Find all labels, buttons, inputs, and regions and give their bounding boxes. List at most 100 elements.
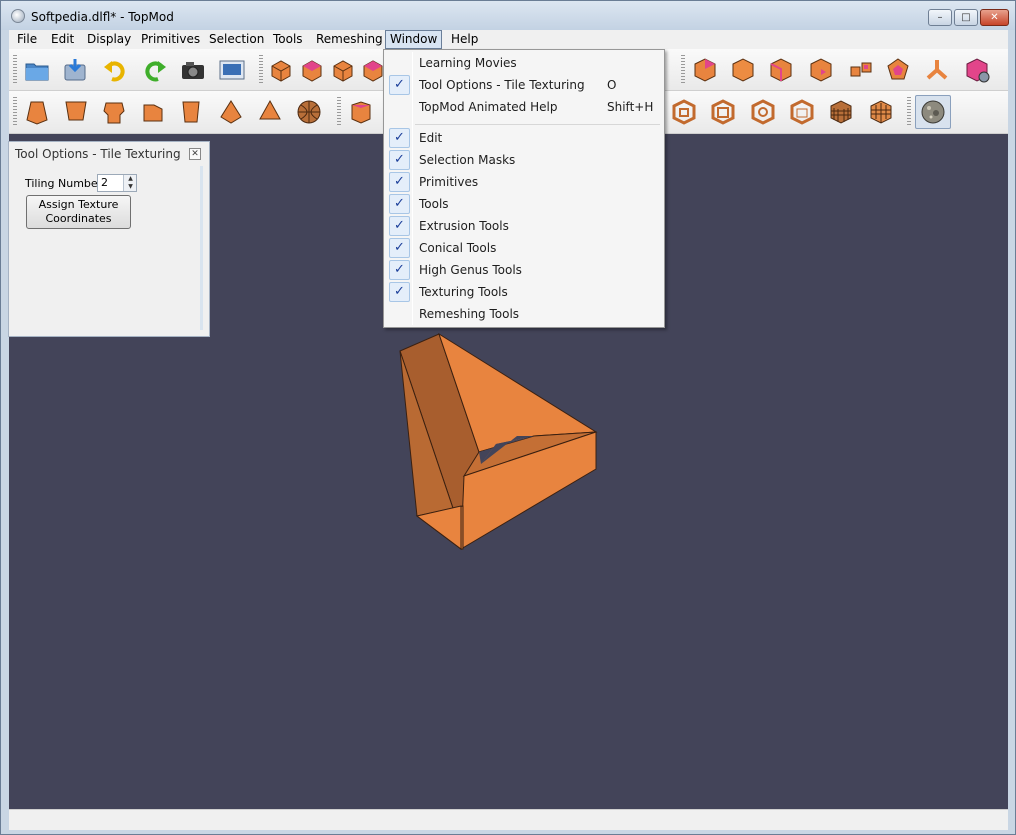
open-folder-icon[interactable] — [21, 54, 53, 86]
frame-cube-icon[interactable] — [707, 96, 739, 128]
menu-edit[interactable]: Edit — [47, 30, 78, 49]
menu-item-animated-help[interactable]: TopMod Animated Help Shift+H — [386, 96, 662, 118]
check-icon: ✓ — [389, 282, 410, 302]
status-bar — [9, 809, 1008, 830]
menu-item-label: Learning Movies — [419, 56, 517, 70]
menu-item-label: High Genus Tools — [419, 263, 522, 277]
frame-cube-icon[interactable] — [786, 96, 818, 128]
cube-icon[interactable] — [327, 55, 359, 87]
cube-settings-icon[interactable] — [961, 54, 993, 86]
menu-item-conical-tools[interactable]: ✓ Conical Tools — [386, 237, 662, 259]
screenshot-icon[interactable] — [216, 54, 248, 86]
toolbar-grip[interactable] — [13, 97, 17, 127]
menu-item-primitives[interactable]: ✓ Primitives — [386, 171, 662, 193]
cube-pink-face-icon[interactable] — [689, 54, 721, 86]
spin-down-icon[interactable]: ▼ — [124, 183, 137, 191]
menu-item-tools[interactable]: ✓ Tools — [386, 193, 662, 215]
menu-item-label: TopMod Animated Help — [419, 100, 558, 114]
menu-item-edit[interactable]: ✓ Edit — [386, 127, 662, 149]
check-icon: ✓ — [389, 128, 410, 148]
menu-item-label: Remeshing Tools — [419, 307, 520, 321]
menu-item-label: Tool Options - Tile Texturing — [419, 78, 585, 92]
menu-separator — [415, 124, 660, 125]
menu-selection[interactable]: Selection — [205, 30, 268, 49]
minimize-button[interactable]: – — [928, 9, 952, 26]
menu-item-texturing-tools[interactable]: ✓ Texturing Tools — [386, 281, 662, 303]
menu-window[interactable]: Window — [385, 30, 443, 49]
notched-cube-icon[interactable] — [137, 96, 169, 128]
frustum-icon[interactable] — [175, 96, 207, 128]
tool-options-dock: Tool Options - Tile Texturing ✕ Tiling N… — [8, 141, 210, 337]
frustum-icon[interactable] — [60, 96, 92, 128]
menu-item-label: Selection Masks — [419, 153, 516, 167]
cube-icon[interactable] — [765, 54, 797, 86]
dock-close-icon[interactable]: ✕ — [189, 148, 201, 160]
menu-item-learning-movies[interactable]: Learning Movies — [386, 52, 662, 74]
texture-sphere-icon[interactable] — [915, 95, 951, 129]
maximize-button[interactable]: □ — [954, 9, 978, 26]
menu-remeshing[interactable]: Remeshing — [312, 30, 387, 49]
assign-texture-coordinates-button[interactable]: Assign Texture Coordinates — [26, 195, 131, 229]
window-title: Softpedia.dlfl* - TopMod — [31, 10, 174, 24]
menu-bar: File Edit Display Primitives Selection T… — [9, 30, 1008, 49]
notched-cube-icon[interactable] — [98, 96, 130, 128]
menu-item-label: Tools — [419, 197, 449, 211]
menu-item-remeshing-tools[interactable]: Remeshing Tools — [386, 303, 662, 325]
dock-title: Tool Options - Tile Texturing — [15, 147, 181, 161]
grid-cube-icon[interactable] — [825, 96, 857, 128]
frame-cube-icon[interactable] — [668, 96, 700, 128]
toolbar-grip[interactable] — [13, 55, 17, 85]
tiling-number-label: Tiling Number — [25, 177, 103, 190]
menu-item-shortcut: O — [607, 78, 617, 92]
check-icon: ✓ — [389, 238, 410, 258]
tiling-number-value[interactable]: 2 — [101, 176, 108, 189]
toolbar-grip[interactable] — [259, 55, 263, 85]
cube-icon[interactable] — [345, 96, 377, 128]
cube-pink-face-icon[interactable] — [296, 55, 328, 87]
split-cube-icon[interactable] — [845, 54, 877, 86]
pyramid-icon[interactable] — [215, 96, 247, 128]
toolbar-grip[interactable] — [907, 97, 911, 127]
menu-file[interactable]: File — [13, 30, 41, 49]
app-icon — [11, 9, 25, 23]
toolbar-grip[interactable] — [681, 55, 685, 85]
menu-help[interactable]: Help — [447, 30, 482, 49]
redo-icon[interactable] — [139, 54, 171, 86]
check-icon: ✓ — [389, 216, 410, 236]
menu-item-selection-masks[interactable]: ✓ Selection Masks — [386, 149, 662, 171]
grid-cube-icon[interactable] — [865, 96, 897, 128]
cube-icon[interactable] — [805, 54, 837, 86]
menu-item-label: Primitives — [419, 175, 479, 189]
app-window: Softpedia.dlfl* - TopMod – □ ✕ File Edit… — [0, 0, 1016, 835]
undo-icon[interactable] — [99, 54, 131, 86]
check-icon: ✓ — [389, 75, 410, 95]
pyramid-icon[interactable] — [254, 96, 286, 128]
frame-cube-icon[interactable] — [747, 96, 779, 128]
check-icon: ✓ — [389, 260, 410, 280]
menu-display[interactable]: Display — [83, 30, 135, 49]
menu-item-label: Conical Tools — [419, 241, 497, 255]
frustum-icon[interactable] — [21, 96, 53, 128]
toolbar-grip[interactable] — [337, 97, 341, 127]
title-bar: Softpedia.dlfl* - TopMod – □ ✕ — [1, 1, 1015, 30]
menu-tools[interactable]: Tools — [269, 30, 307, 49]
menu-item-tool-options[interactable]: ✓ Tool Options - Tile Texturing O — [386, 74, 662, 96]
menu-item-label: Edit — [419, 131, 443, 145]
camera-icon[interactable] — [177, 54, 209, 86]
save-icon[interactable] — [59, 54, 91, 86]
close-button[interactable]: ✕ — [980, 9, 1009, 26]
menu-primitives[interactable]: Primitives — [137, 30, 204, 49]
tiling-number-spinbox[interactable]: 2 ▲ ▼ — [97, 174, 137, 192]
check-icon: ✓ — [389, 194, 410, 214]
menu-item-extrusion-tools[interactable]: ✓ Extrusion Tools — [386, 215, 662, 237]
spin-up-icon[interactable]: ▲ — [124, 175, 137, 183]
menu-item-high-genus-tools[interactable]: ✓ High Genus Tools — [386, 259, 662, 281]
cube-icon[interactable] — [727, 54, 759, 86]
sphere-grid-icon[interactable] — [293, 96, 325, 128]
tripod-icon[interactable] — [921, 54, 953, 86]
dodecahedron-icon[interactable] — [882, 54, 914, 86]
cube-icon[interactable] — [265, 55, 297, 87]
check-icon: ✓ — [389, 150, 410, 170]
menu-item-shortcut: Shift+H — [607, 100, 654, 114]
menu-item-label: Texturing Tools — [419, 285, 508, 299]
